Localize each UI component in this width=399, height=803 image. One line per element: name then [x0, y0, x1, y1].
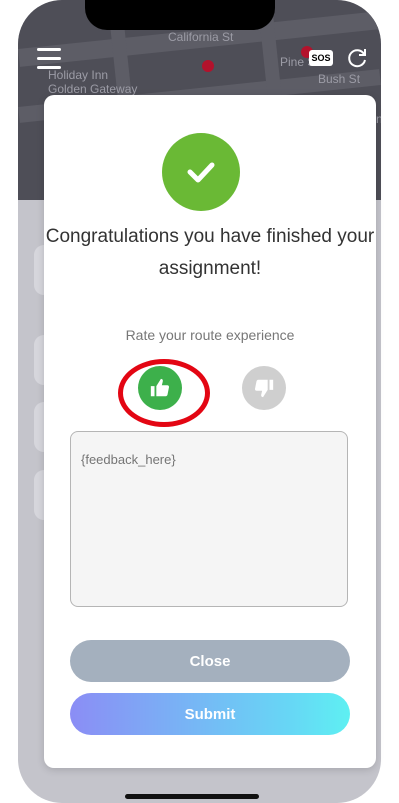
map-label: California St [168, 30, 234, 44]
hamburger-menu-icon[interactable] [37, 48, 61, 70]
home-indicator [125, 794, 259, 799]
submit-button[interactable]: Submit [70, 693, 350, 735]
sos-button[interactable]: SOS [309, 50, 333, 66]
completion-modal: Congratulations you have finished your a… [44, 95, 376, 768]
thumbs-down-icon [254, 379, 274, 398]
map-label: Bush St [318, 72, 361, 86]
modal-title: Congratulations you have finished your a… [45, 226, 375, 279]
refresh-icon[interactable] [345, 46, 369, 70]
close-button[interactable]: Close [70, 640, 350, 682]
map-label: Holiday Inn [48, 68, 109, 82]
rate-label: Rate your route experience [125, 327, 295, 343]
feedback-textarea[interactable] [70, 431, 348, 607]
phone-notch [85, 0, 275, 30]
success-check-icon [162, 133, 240, 211]
selection-highlight-ring [118, 359, 210, 427]
map-pin-icon [202, 60, 214, 72]
map-label: Golden Gateway [48, 82, 138, 96]
thumbs-down-button[interactable] [242, 366, 286, 410]
